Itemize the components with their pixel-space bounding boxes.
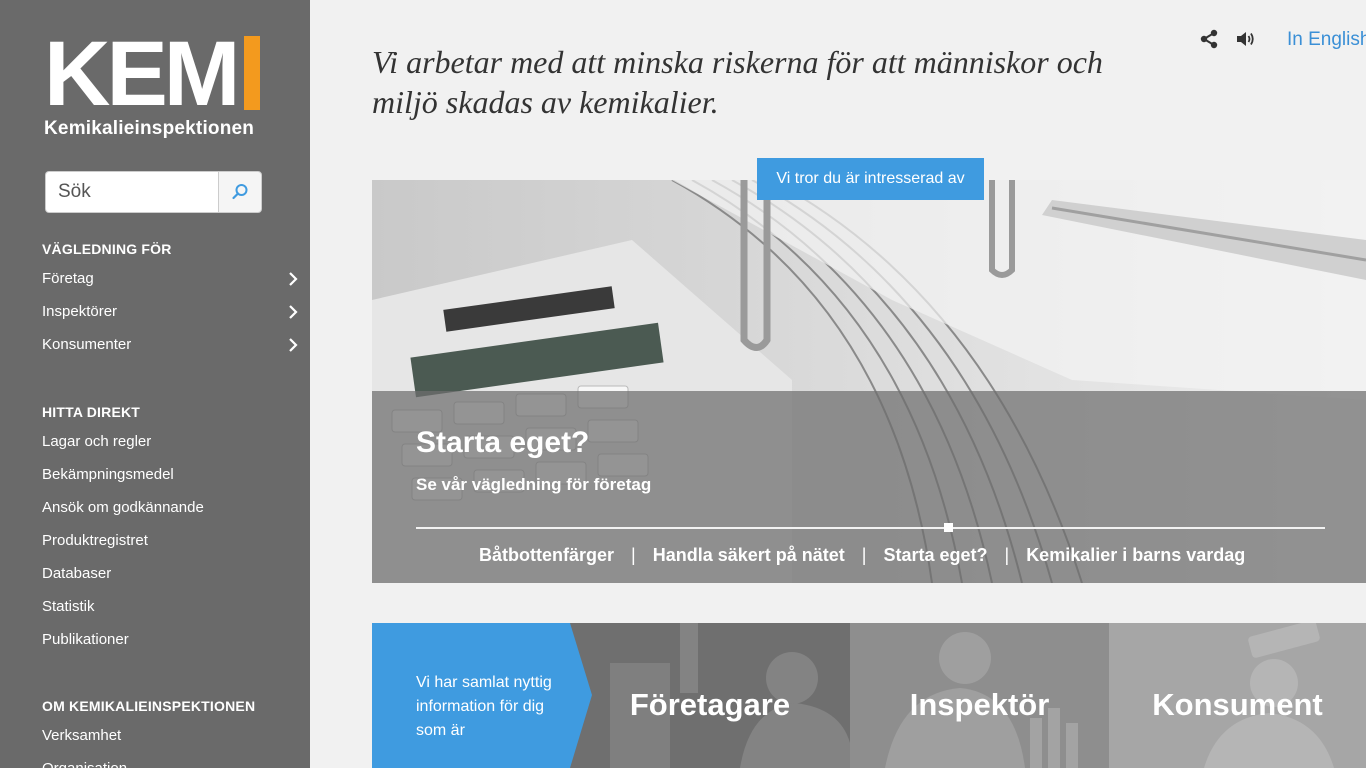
nav-direct: HITTA DIREKT Lagar och regler Bekämpning… <box>42 404 298 663</box>
audience-tiles: Vi har samlat nyttig information för dig… <box>372 623 1366 768</box>
nav-item-label: Konsumenter <box>42 336 132 353</box>
nav-heading-about: OM KEMIKALIEINSPEKTIONEN <box>42 698 256 714</box>
hero-subtitle: Se vår vägledning för företag <box>416 475 652 494</box>
chevron-right-icon <box>289 272 298 286</box>
hero-link-separator: | <box>631 545 636 565</box>
search-button[interactable] <box>218 171 262 213</box>
nav-item-foretag[interactable]: Företag <box>42 269 298 302</box>
nav-about: OM KEMIKALIEINSPEKTIONEN Verksamhet Orga… <box>42 698 298 768</box>
nav-guidance: VÄGLEDNING FÖR Företag Inspektörer Konsu… <box>42 241 298 368</box>
nav-item-databaser[interactable]: Databaser <box>42 564 298 597</box>
chevron-right-icon <box>289 305 298 319</box>
hero-link-starta-eget[interactable]: Starta eget? <box>883 545 987 566</box>
sidebar: KEM Kemikalieinspektionen VÄGLEDNING FÖR… <box>0 0 310 768</box>
search-box <box>45 171 262 213</box>
hero-title: Starta eget? <box>416 426 590 459</box>
speaker-icon[interactable] <box>1236 30 1256 48</box>
hero-link-separator: | <box>1004 545 1010 565</box>
tile-label: Konsument <box>1152 687 1323 722</box>
interest-button[interactable]: Vi tror du är intresserad av <box>757 158 984 200</box>
nav-item-statistik[interactable]: Statistik <box>42 597 298 630</box>
nav-item-produktregistret[interactable]: Produktregistret <box>42 531 298 564</box>
language-link[interactable]: In English <box>1287 29 1366 51</box>
kemi-logo[interactable]: KEM Kemikalieinspektionen <box>44 23 261 140</box>
logo-letters: KEM <box>44 23 240 125</box>
nav-item-lagar[interactable]: Lagar och regler <box>42 432 298 465</box>
utility-icons <box>1200 29 1256 49</box>
hero-link-separator: | <box>861 545 867 565</box>
share-icon[interactable] <box>1200 29 1218 49</box>
hero-link-handla-sakert[interactable]: Handla säkert på nätet <box>653 545 845 566</box>
tiles-intro: Vi har samlat nyttig information för dig… <box>372 623 592 768</box>
tile-label: Inspektör <box>909 687 1050 722</box>
hero-overlay: Starta eget? Se vår vägledning för föret… <box>372 391 1366 583</box>
nav-heading-direct: HITTA DIREKT <box>42 404 141 420</box>
chevron-right-icon <box>289 338 298 352</box>
nav-item-organisation[interactable]: Organisation <box>42 759 298 768</box>
logo-bar <box>244 36 261 110</box>
hero-banner[interactable]: Starta eget? Se vår vägledning för föret… <box>372 180 1366 583</box>
tile-inspektor[interactable]: Inspektör <box>850 623 1109 768</box>
logo-subtitle: Kemikalieinspektionen <box>44 118 255 139</box>
nav-item-bekampningsmedel[interactable]: Bekämpningsmedel <box>42 465 298 498</box>
nav-item-label: Företag <box>42 270 94 287</box>
tiles-intro-text: Vi har samlat nyttig information för dig… <box>416 674 552 739</box>
hero-link-kemikalier-barn[interactable]: Kemikalier i barns vardag <box>1026 545 1245 566</box>
slider-indicator <box>944 523 953 532</box>
nav-item-label: Inspektörer <box>42 303 118 320</box>
hero-slide-links: Båtbottenfärger | Handla säkert på nätet… <box>479 545 1245 566</box>
page-tagline: Vi arbetar med att minska riskerna för a… <box>372 44 1103 120</box>
tiles-intro-arrow <box>570 623 592 768</box>
tile-foretagare[interactable]: Företagare <box>570 623 850 768</box>
search-input[interactable] <box>45 171 218 213</box>
nav-heading-guidance: VÄGLEDNING FÖR <box>42 241 172 257</box>
nav-item-konsumenter[interactable]: Konsumenter <box>42 335 298 368</box>
nav-item-verksamhet[interactable]: Verksamhet <box>42 726 298 759</box>
nav-item-inspektorer[interactable]: Inspektörer <box>42 302 298 335</box>
search-icon <box>232 184 248 200</box>
hero-link-batbottenfarger[interactable]: Båtbottenfärger <box>479 545 614 566</box>
tile-konsument[interactable]: Konsument <box>1109 623 1366 768</box>
nav-item-publikationer[interactable]: Publikationer <box>42 630 298 663</box>
slider-track <box>416 527 1325 529</box>
nav-item-ansok[interactable]: Ansök om godkännande <box>42 498 298 531</box>
tile-label: Företagare <box>629 687 791 722</box>
